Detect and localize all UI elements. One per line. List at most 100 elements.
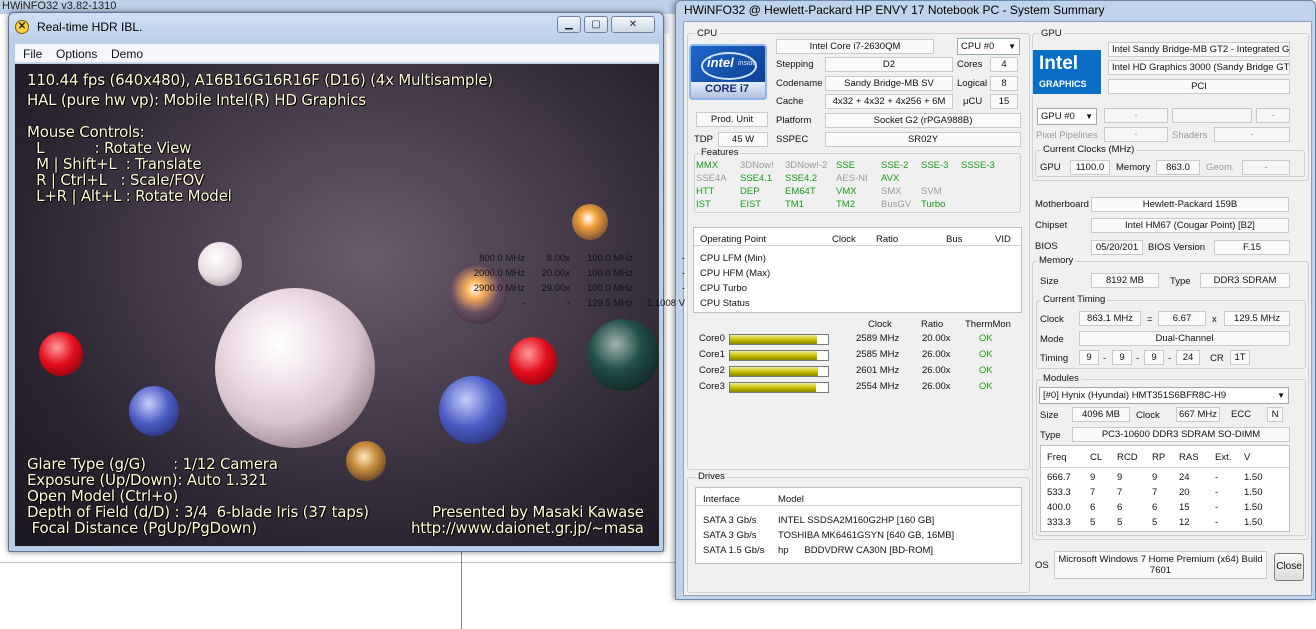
column-header: Ext.: [1215, 452, 1232, 463]
table-cell: 129.5 MHz: [587, 298, 633, 309]
feature-flag: SSE4A: [696, 173, 727, 184]
app-icon[interactable]: ✕: [15, 20, 29, 34]
shaders-label: Shaders: [1172, 130, 1208, 141]
pixel-pipelines-label: Pixel Pipelines: [1036, 130, 1098, 141]
feature-flag: BusGV: [881, 199, 912, 210]
feature-flag: TM1: [785, 199, 804, 210]
intel-core-i7-logo: intel inside CORE i7: [689, 44, 767, 100]
ecc-value: N: [1267, 407, 1283, 422]
table-cell: 1.50: [1244, 517, 1263, 528]
timing-ras: 24: [1176, 350, 1200, 365]
core-load-bar: [729, 366, 829, 377]
column-header: VID: [995, 234, 1011, 245]
table-cell: -: [1215, 502, 1219, 513]
cpu-group-title: CPU: [695, 28, 720, 39]
feature-flag: HTT: [696, 186, 715, 197]
table-header: Operating Point Clock Ratio Bus VID: [694, 228, 1021, 246]
column-header: RP: [1152, 452, 1166, 463]
table-cell: 6: [1117, 502, 1123, 513]
feature-flag: SVM: [921, 186, 942, 197]
module-timing-table: Freq CL RCD RP RAS Ext. V 666.7 9 9 9 24 - 1.50 533.3…: [1040, 445, 1290, 532]
feature-flag: EM64T: [785, 186, 816, 197]
render-viewport[interactable]: 110.44 fps (640x480), A16B16G16R16F (D16…: [15, 64, 659, 546]
ecc-label: ECC: [1231, 409, 1252, 420]
core-clock: 2601 MHz: [856, 365, 900, 376]
feature-flag: AVX: [881, 173, 900, 184]
pixel-pipelines-value: -: [1104, 127, 1168, 142]
hwinfo-window: HWiNFO32 @ Hewlett-Packard HP ENVY 17 No…: [474, 0, 1316, 600]
table-cell: 533.3: [1047, 487, 1071, 498]
core-clock: 2585 MHz: [856, 349, 900, 360]
feature-flag: VMX: [836, 186, 857, 197]
hwinfo-window-title: HWiNFO32 @ Hewlett-Packard HP ENVY 17 No…: [684, 3, 1105, 17]
ucu-label: μCU: [963, 96, 983, 107]
table-cell: 100.0 MHz: [587, 253, 633, 264]
column-header: V: [1244, 452, 1251, 463]
core-thermmon: OK: [979, 381, 993, 392]
gpu-info-empty: -: [1104, 108, 1168, 123]
column-header: Operating Point: [700, 234, 767, 245]
core-load-bar: [729, 334, 829, 345]
column-header: Bus: [946, 234, 963, 245]
minimize-button[interactable]: ▁: [557, 16, 581, 33]
menu-file[interactable]: File: [23, 47, 42, 61]
shaders-value: -: [1214, 127, 1290, 142]
cr-label: CR: [1210, 353, 1224, 364]
feature-flag: SSE-3: [921, 160, 949, 171]
column-header: Model: [778, 494, 804, 505]
feature-flag: IST: [696, 199, 711, 210]
feature-flag: SMX: [881, 186, 902, 197]
bios-version-value: F.15: [1214, 240, 1290, 255]
table-cell: 8.00x: [546, 253, 570, 264]
drive-model: hp BDDVDRW CA30N [BD-ROM]: [778, 545, 934, 556]
column-header: Clock: [832, 234, 856, 245]
feature-flag: SSSE-3: [961, 160, 995, 171]
motherboard-label: Motherboard: [1035, 199, 1089, 210]
motherboard-value: Hewlett-Packard 159B: [1091, 197, 1289, 212]
equals-sign: =: [1147, 314, 1153, 325]
platform-value: Socket G2 (rPGA988B): [825, 113, 1021, 128]
core-load-bar: [729, 350, 829, 361]
graphics-logo-text: GRAPHICS: [1039, 79, 1087, 89]
module-selector-value: [#0] Hynix (Hyundai) HMT351S6BFR8C-H9: [1043, 390, 1227, 401]
core-name: Core2: [699, 365, 725, 376]
feature-flag: SSE4.2: [785, 173, 818, 184]
bios-date: 05/20/201: [1091, 240, 1143, 255]
table-cell: 20.00x: [541, 268, 570, 279]
core-load-fill: [730, 383, 817, 392]
feature-flag: Turbo: [921, 199, 946, 210]
maximize-button[interactable]: ▢: [584, 16, 608, 33]
table-cell: 7: [1117, 487, 1123, 498]
osd-fps: 110.44 fps (640x480), A16B16G16R16F (D16…: [27, 71, 493, 89]
core-load-bar: [729, 382, 829, 393]
table-cell: 9: [1090, 472, 1096, 483]
column-header: Freq: [1047, 452, 1067, 463]
core-load-fill: [730, 351, 818, 360]
module-selector[interactable]: [#0] Hynix (Hyundai) HMT351S6BFR8C-H9 ▼: [1039, 387, 1289, 404]
chevron-down-icon: ▼: [1008, 42, 1016, 51]
gpu-info-empty: -: [1256, 108, 1290, 123]
feature-flag: SSE4.1: [740, 173, 773, 184]
table-cell: 7: [1090, 487, 1096, 498]
cores-value: 4: [990, 57, 1018, 72]
close-window-button[interactable]: ✕: [611, 16, 655, 33]
background-window-title: HWiNFO32 v3.82-1310: [2, 0, 117, 12]
close-button[interactable]: Close: [1274, 553, 1304, 581]
cpu-selector[interactable]: CPU #0 ▼: [957, 38, 1020, 55]
stepping-label: Stepping: [776, 59, 814, 70]
table-cell: 1.50: [1244, 487, 1263, 498]
prod-unit-badge: Prod. Unit: [696, 112, 768, 127]
memory-size-value: 8192 MB: [1091, 273, 1159, 288]
core-clock-header: Clock: [868, 319, 892, 330]
mode-label: Mode: [1040, 334, 1064, 345]
table-cell: 7: [1152, 487, 1158, 498]
menu-options[interactable]: Options: [56, 47, 97, 61]
memory-clock-value: 863.0: [1156, 160, 1200, 175]
column-header: CL: [1090, 452, 1103, 463]
codename-label: Codename: [776, 78, 823, 89]
timing-separator: -: [1168, 353, 1172, 364]
chevron-down-icon: ▼: [1277, 391, 1285, 400]
gpu-selector[interactable]: GPU #0 ▼: [1037, 108, 1097, 125]
menu-demo[interactable]: Demo: [111, 47, 143, 61]
intel-logo-text: intel: [707, 55, 734, 70]
